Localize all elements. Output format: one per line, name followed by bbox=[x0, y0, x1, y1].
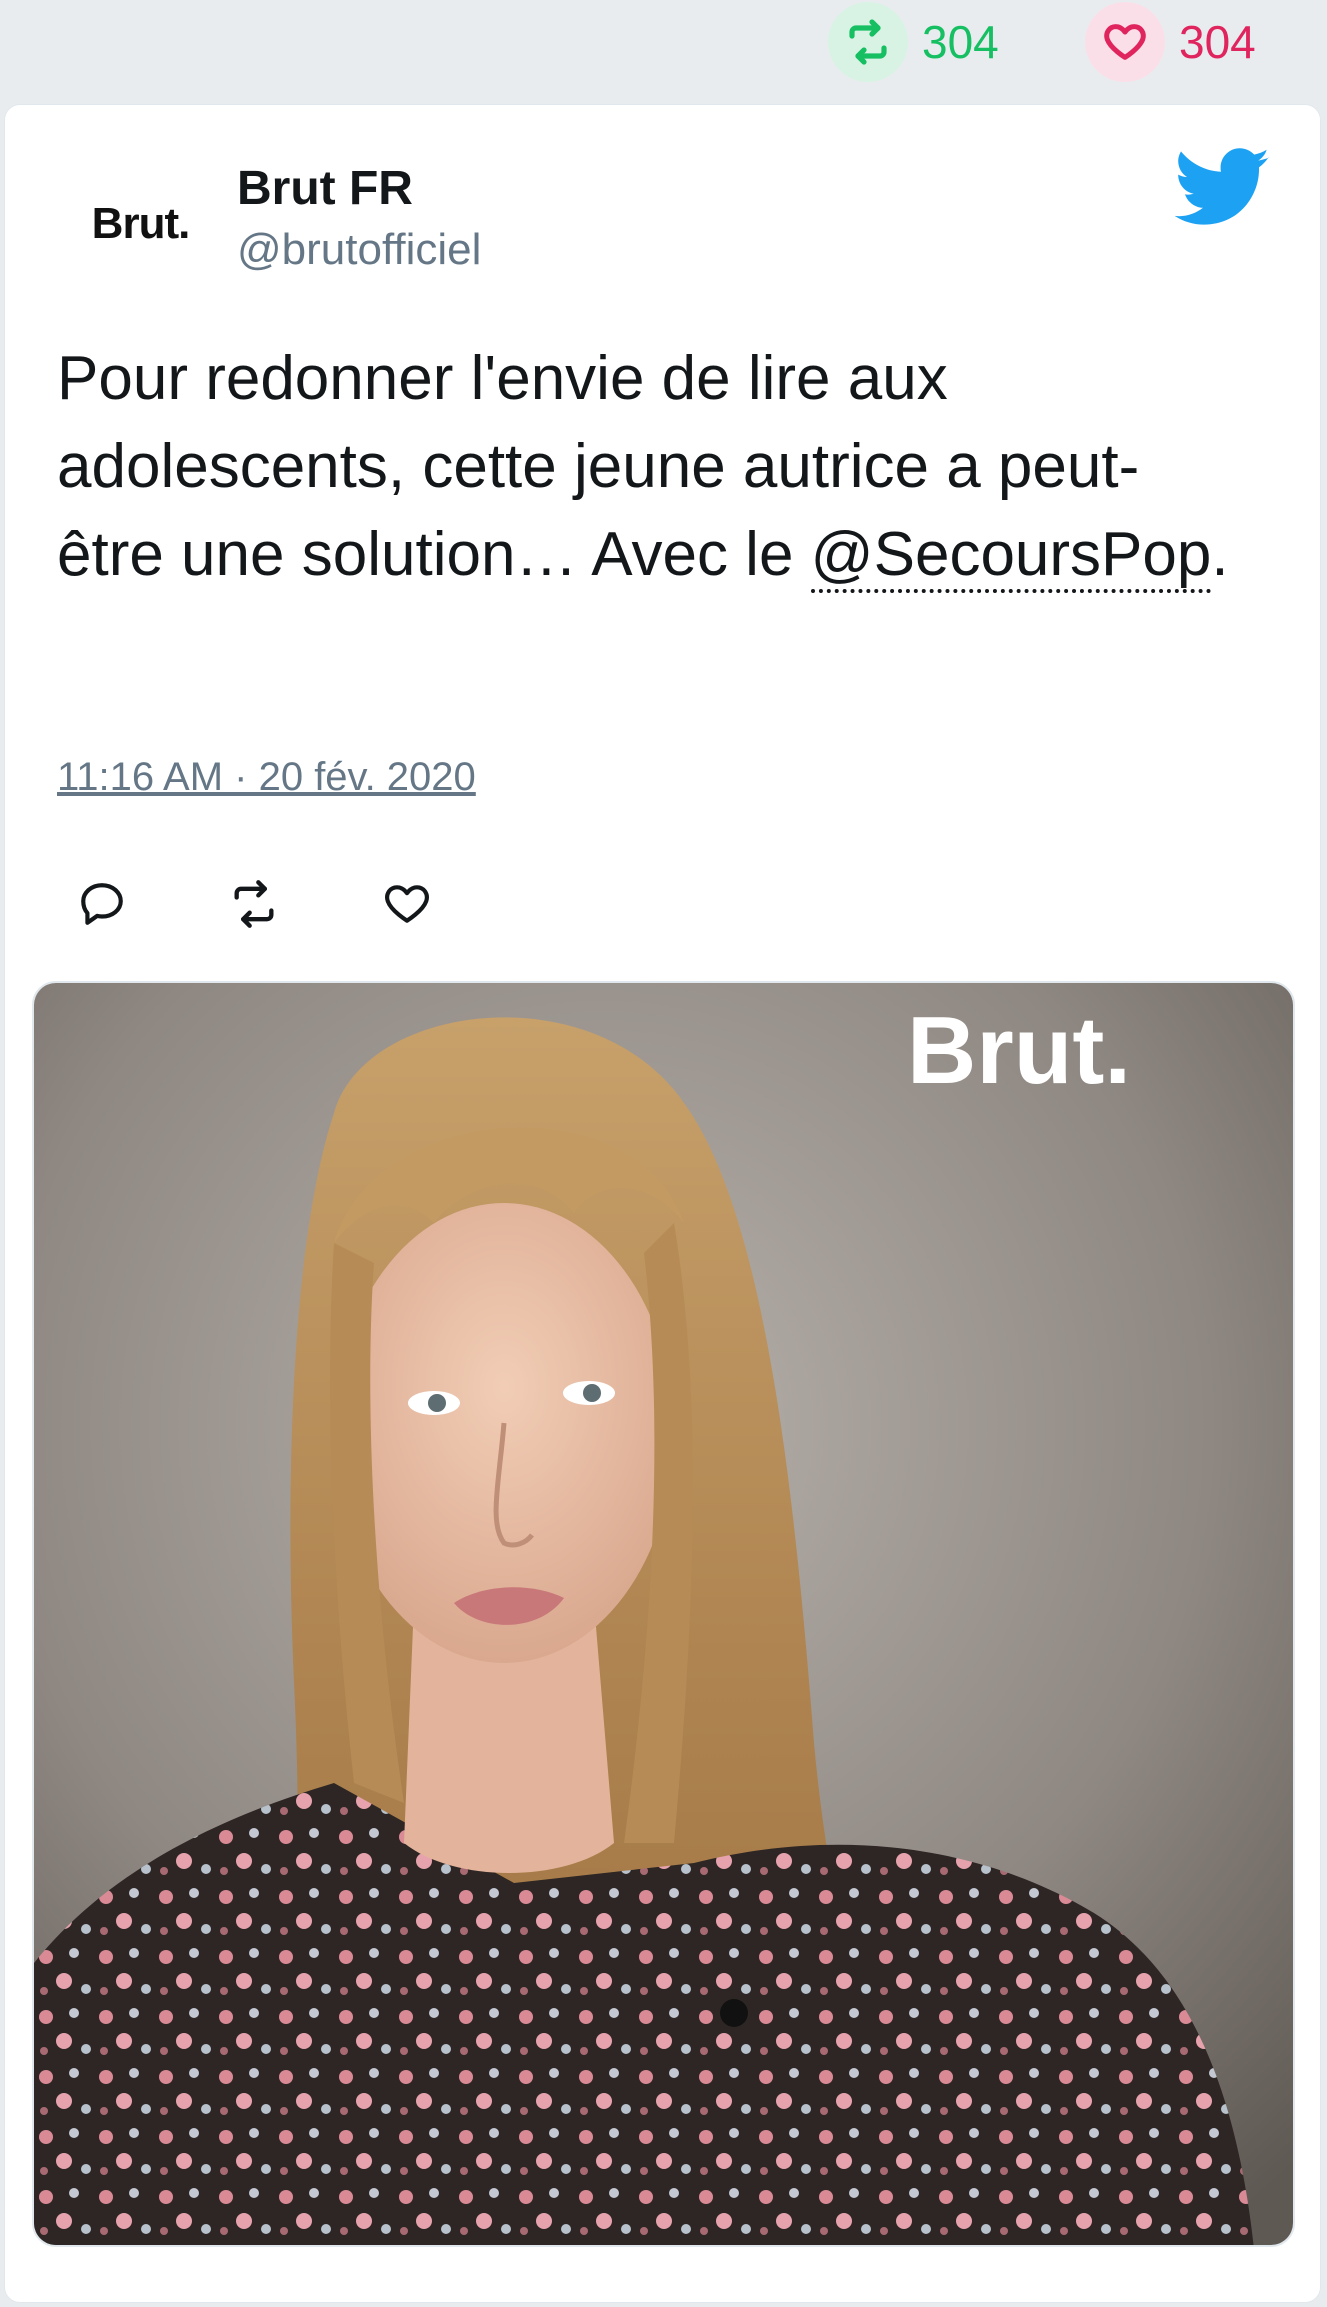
retweet-count: 304 bbox=[922, 16, 999, 68]
media-watermark: Brut. bbox=[907, 997, 1131, 1104]
retweet-icon bbox=[828, 2, 908, 82]
tweet-text: Pour redonner l'envie de lire aux adoles… bbox=[57, 335, 1237, 599]
mention-link[interactable]: @SecoursPop bbox=[810, 520, 1212, 593]
retweet-icon bbox=[228, 878, 280, 935]
tweet-card[interactable]: Brut. Brut FR @brutofficiel Pour redonne… bbox=[4, 104, 1321, 2303]
avatar-logo-text: Brut. bbox=[91, 199, 191, 248]
stats-bar: 304 304 bbox=[0, 0, 1327, 96]
timestamp-link[interactable]: 11:16 AM · 20 fév. 2020 bbox=[57, 755, 476, 800]
retweet-stat[interactable]: 304 bbox=[828, 0, 999, 84]
avatar[interactable]: Brut. bbox=[43, 159, 238, 289]
retweet-button[interactable] bbox=[209, 861, 299, 951]
display-name[interactable]: Brut FR bbox=[237, 161, 413, 216]
tweet-actions bbox=[57, 861, 477, 951]
heart-icon bbox=[382, 879, 432, 934]
media-thumbnail[interactable]: Brut. bbox=[32, 981, 1295, 2247]
like-button[interactable] bbox=[362, 861, 452, 951]
like-count: 304 bbox=[1179, 16, 1256, 68]
user-handle[interactable]: @brutofficiel bbox=[237, 225, 481, 275]
like-stat[interactable]: 304 bbox=[1085, 0, 1256, 84]
reply-icon bbox=[77, 879, 127, 934]
tweet-text-end: . bbox=[1211, 520, 1229, 589]
reply-button[interactable] bbox=[57, 861, 147, 951]
twitter-bird-icon[interactable] bbox=[1174, 147, 1271, 231]
heart-icon bbox=[1085, 2, 1165, 82]
